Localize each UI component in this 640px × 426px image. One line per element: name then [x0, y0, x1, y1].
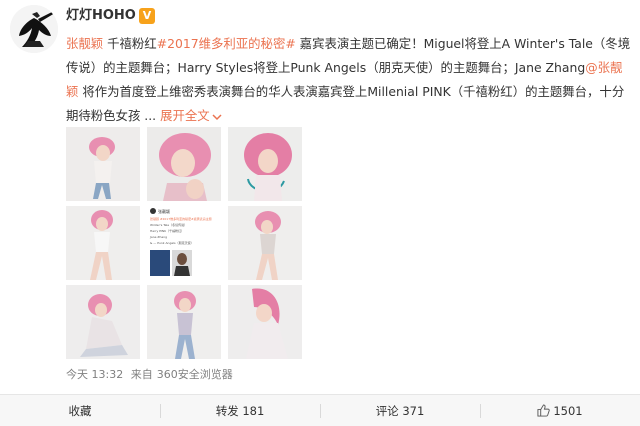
svg-text:Harry PINK（千禧粉红）: Harry PINK（千禧粉红） — [150, 228, 184, 233]
post-source: 360安全浏览器 — [156, 368, 233, 381]
gallery-image[interactable] — [228, 285, 302, 359]
chevron-down-icon — [212, 113, 222, 120]
repost-button[interactable]: 转发 181 — [160, 395, 320, 426]
username[interactable]: 灯灯HOHO — [66, 7, 136, 25]
action-bar: 收藏 转发 181 评论 371 1501 — [0, 394, 640, 426]
collect-label: 收藏 — [68, 403, 92, 418]
svg-text:Winter's Tale（冬境传说）: Winter's Tale（冬境传说） — [150, 222, 187, 227]
like-button[interactable]: 1501 — [480, 395, 640, 426]
source-prefix: 来自 — [130, 368, 153, 381]
repost-label: 转发 181 — [215, 403, 265, 418]
comment-label: 评论 371 — [375, 403, 425, 418]
post-text: 张靓颖 千禧粉红#2017维多利亚的秘密# 嘉宾表演主题已确定！Miguel将登… — [66, 32, 632, 128]
mention-link[interactable]: 张靓颖 — [66, 36, 103, 51]
gallery-image[interactable] — [66, 285, 140, 359]
avatar[interactable] — [10, 5, 58, 53]
gallery-image[interactable] — [228, 127, 302, 201]
svg-text:张靓颖 #2017维多利亚的秘密#嘉宾表演主题: 张靓颖 #2017维多利亚的秘密#嘉宾表演主题 — [150, 216, 212, 221]
post-meta: 今天 13:32 来自 360安全浏览器 — [66, 368, 237, 382]
svg-text:Jane Zhang: Jane Zhang — [149, 235, 167, 239]
gallery-image[interactable] — [147, 285, 221, 359]
thumbs-up-icon — [537, 404, 551, 417]
samurai-avatar-icon — [10, 5, 58, 53]
post-time[interactable]: 今天 13:32 — [66, 368, 123, 381]
svg-text:张靓颖: 张靓颖 — [158, 208, 170, 214]
gallery-image[interactable] — [66, 206, 140, 280]
like-count: 1501 — [553, 403, 583, 418]
verified-badge-icon: V — [139, 8, 155, 24]
expand-full-text-link[interactable]: 展开全文 — [160, 108, 222, 123]
gallery-image[interactable] — [66, 127, 140, 201]
expand-label: 展开全文 — [160, 108, 210, 123]
comment-button[interactable]: 评论 371 — [320, 395, 480, 426]
collect-button[interactable]: 收藏 — [0, 395, 160, 426]
gallery-image-screenshot[interactable]: 张靓颖 张靓颖 #2017维多利亚的秘密#嘉宾表演主题 Winter's Tal… — [147, 206, 221, 280]
svg-text:& — Punk Angels（朋克天使）: & — Punk Angels（朋克天使） — [150, 240, 194, 245]
gallery-image[interactable] — [228, 206, 302, 280]
topic-link[interactable]: #2017维多利亚的秘密# — [157, 36, 296, 51]
weibo-post-card: 灯灯HOHO V 张靓颖 千禧粉红#2017维多利亚的秘密# 嘉宾表演主题已确定… — [0, 0, 640, 426]
post-text-segment: 将作为首度登上维密秀表演舞台的华人表演嘉宾登上Millenial PINK（千禧… — [66, 84, 625, 123]
post-text-segment: 千禧粉红 — [103, 36, 157, 51]
gallery-image[interactable] — [147, 127, 221, 201]
